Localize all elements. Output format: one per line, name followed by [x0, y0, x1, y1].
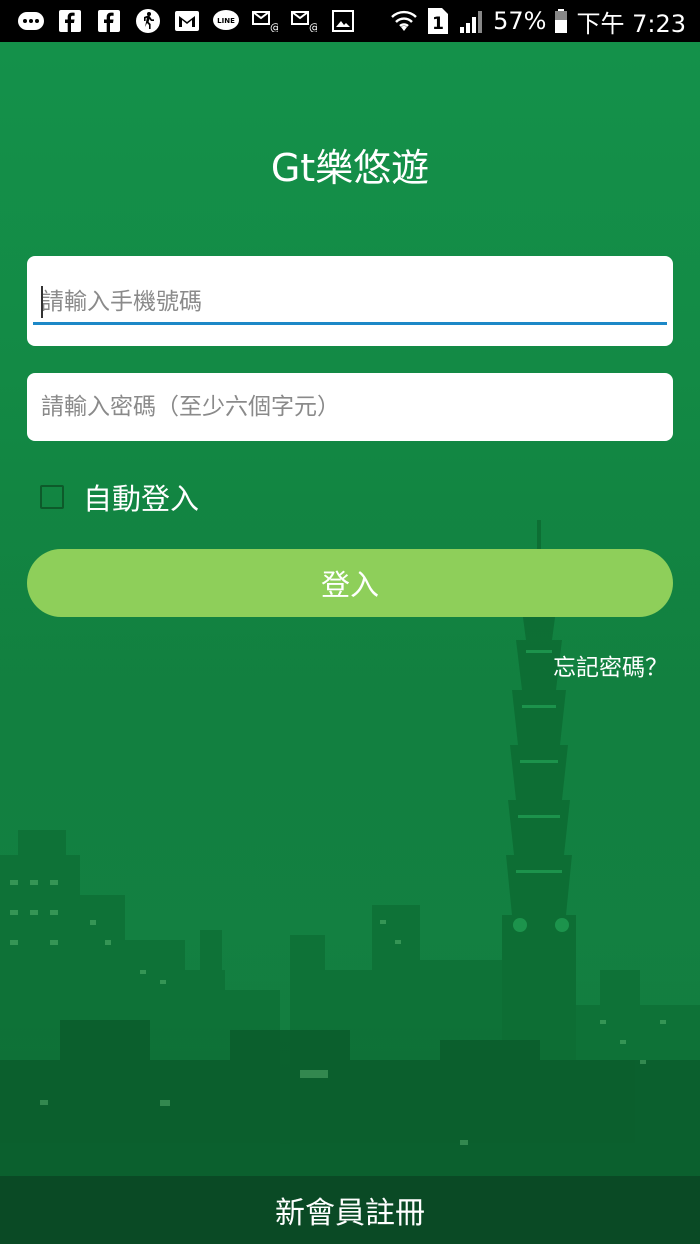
auto-login-label[interactable]: 自動登入 [83, 476, 199, 518]
battery-percent: 57% [493, 7, 547, 35]
password-input[interactable] [41, 387, 659, 427]
mail-at-icon: @ [252, 8, 278, 34]
facebook-icon [57, 8, 83, 34]
app-title: Gt樂悠遊 [270, 146, 430, 190]
phone-field-container[interactable] [27, 256, 673, 346]
gmail-icon [174, 8, 200, 34]
more-icon [18, 8, 44, 34]
password-field-container[interactable] [27, 373, 673, 441]
phone-input[interactable] [41, 282, 659, 322]
focus-underline [33, 322, 667, 325]
facebook-icon [96, 8, 122, 34]
status-indicators: 1 57% 下午 7:23 [391, 6, 686, 38]
text-cursor [41, 286, 43, 318]
svg-text:1: 1 [432, 14, 444, 34]
line-icon: LINE [213, 8, 239, 34]
login-screen: LINE @ @ 1 57% [0, 0, 700, 1244]
mail-at-icon: @ [291, 8, 317, 34]
login-button[interactable]: 登入 [27, 549, 673, 617]
register-button[interactable]: 新會員註冊 [0, 1176, 700, 1244]
image-icon [330, 8, 356, 34]
runner-icon [135, 8, 161, 34]
wifi-icon [391, 8, 417, 34]
svg-text:@: @ [270, 21, 278, 32]
svg-text:LINE: LINE [217, 17, 235, 25]
battery-icon [554, 8, 568, 34]
notification-icons: LINE @ @ [18, 6, 356, 36]
clock: 下午 7:23 [576, 9, 686, 38]
register-label: 新會員註冊 [275, 1196, 425, 1231]
sim-icon: 1 [425, 8, 451, 34]
svg-text:@: @ [309, 21, 317, 32]
status-bar: LINE @ @ 1 57% [0, 0, 700, 42]
auto-login-checkbox[interactable] [40, 485, 64, 509]
auto-login-row[interactable]: 自動登入 [40, 478, 199, 516]
signal-icon [459, 8, 485, 34]
forgot-password-link[interactable]: 忘記密碼？ [553, 648, 668, 682]
